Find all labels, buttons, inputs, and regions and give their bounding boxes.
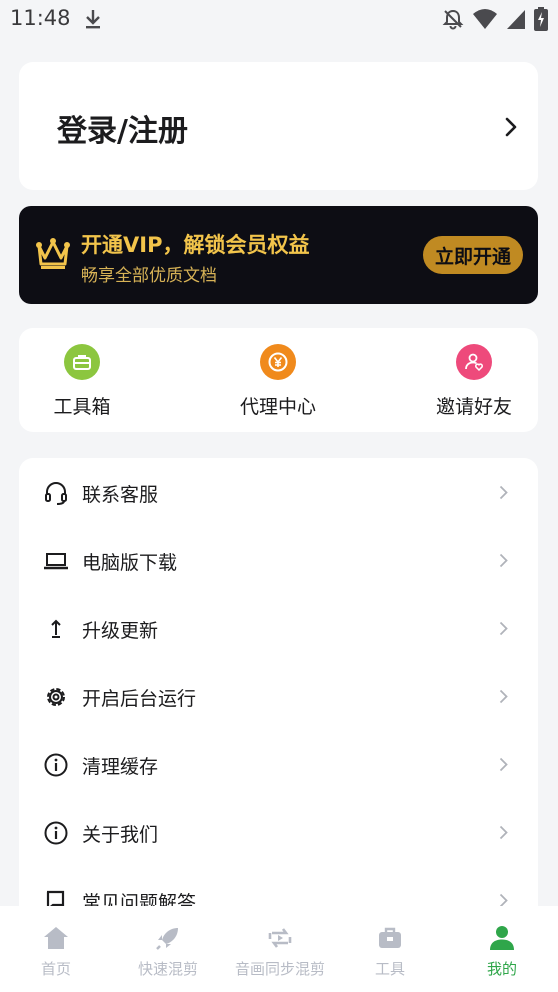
menu-label: 升级更新 [82, 620, 159, 642]
laptop-icon [43, 548, 69, 574]
vip-banner[interactable]: 开通VIP，解锁会员权益 畅享全部优质文档 立即开通 [19, 206, 538, 304]
nav-label: 我的 [486, 960, 517, 978]
sync-icon [268, 928, 292, 948]
nav-label: 音画同步混剪 [234, 960, 325, 978]
chevron-right-icon [499, 757, 508, 772]
nav-item-tools[interactable]: 工具 [334, 918, 446, 988]
menu-item-upgrade[interactable]: 升级更新 [19, 594, 538, 662]
menu-item-background-run[interactable]: 开启后台运行 [19, 662, 538, 730]
chevron-right-icon [499, 485, 508, 500]
quick-label-invite-friends: 邀请好友 [435, 396, 512, 418]
nav-item-quick-edit[interactable]: 快速混剪 [112, 918, 224, 988]
signal-icon [507, 10, 525, 29]
chevron-right-icon [499, 825, 508, 840]
toolbox-icon [64, 344, 100, 380]
info-icon [43, 820, 69, 846]
menu-label: 关于我们 [82, 824, 159, 846]
chevron-right-icon [499, 689, 508, 704]
quick-item-invite-friends[interactable]: 邀请好友 [409, 342, 539, 422]
vip-activate-button[interactable]: 立即开通 [423, 236, 523, 274]
rocket-icon [156, 928, 178, 950]
headset-icon [43, 480, 69, 506]
chevron-right-icon [505, 117, 517, 137]
quick-actions-card: 工具箱 代理中心 邀请好友 [19, 328, 538, 432]
arrow-up-icon [43, 616, 69, 642]
status-bar: 11:48 [0, 0, 558, 40]
menu-label: 开启后台运行 [82, 688, 197, 710]
menu-label: 电脑版下载 [82, 552, 178, 574]
status-icons [442, 7, 548, 31]
vip-title: 开通VIP，解锁会员权益 [81, 233, 310, 257]
vip-subtitle: 畅享全部优质文档 [81, 266, 217, 286]
user-icon [490, 926, 514, 950]
wifi-icon [473, 9, 497, 29]
bottom-nav: 首页 快速混剪 音画同步混剪 工具 我的 [0, 906, 558, 992]
menu-item-clear-cache[interactable]: 清理缓存 [19, 730, 538, 798]
quick-item-agent-center[interactable]: 代理中心 [213, 342, 343, 422]
login-card[interactable]: 登录/注册 [19, 62, 538, 190]
nav-label: 首页 [40, 960, 71, 978]
login-title: 登录/注册 [57, 114, 188, 149]
chevron-right-icon [499, 621, 508, 636]
info-icon [43, 752, 69, 778]
gear-icon [43, 684, 69, 710]
toolbox-icon [379, 927, 401, 948]
nav-label: 工具 [374, 960, 405, 978]
menu-item-desktop-download[interactable]: 电脑版下载 [19, 526, 538, 594]
crown-icon [36, 238, 70, 269]
status-time: 11:48 [10, 6, 71, 30]
nav-label: 快速混剪 [137, 960, 198, 978]
menu-item-about-us[interactable]: 关于我们 [19, 798, 538, 866]
quick-item-toolbox[interactable]: 工具箱 [17, 342, 147, 422]
home-icon [44, 927, 68, 949]
battery-charging-icon [534, 7, 548, 31]
settings-menu: 联系客服 电脑版下载 升级更新 开启后台运行 清理缓存 关于我们 常见问题解答 [19, 458, 538, 928]
bell-off-icon [442, 9, 464, 30]
nav-item-mine[interactable]: 我的 [446, 918, 558, 988]
chevron-right-icon [499, 553, 508, 568]
quick-label-toolbox: 工具箱 [53, 396, 111, 418]
yen-coin-icon [260, 344, 296, 380]
download-icon [86, 10, 100, 29]
quick-label-agent-center: 代理中心 [239, 396, 316, 418]
menu-item-contact-service[interactable]: 联系客服 [19, 458, 538, 526]
invite-friend-icon [456, 344, 492, 380]
nav-item-sync-edit[interactable]: 音画同步混剪 [224, 918, 336, 988]
menu-label: 联系客服 [82, 484, 159, 506]
menu-label: 清理缓存 [82, 756, 159, 778]
nav-item-home[interactable]: 首页 [0, 918, 112, 988]
